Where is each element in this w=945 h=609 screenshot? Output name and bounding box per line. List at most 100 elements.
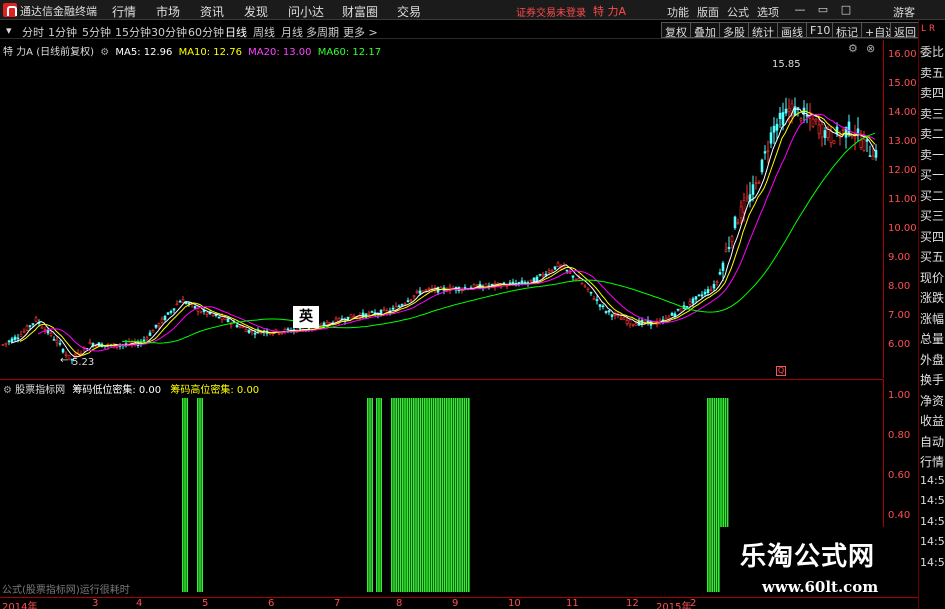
candle-body <box>730 236 734 243</box>
menu-shichang[interactable]: 市场 <box>156 3 180 20</box>
kline-chart-panel[interactable] <box>0 40 884 378</box>
chevron-down-icon[interactable]: ▾ <box>6 24 12 37</box>
indicator-bar <box>201 398 203 592</box>
period-15min[interactable]: 15分钟 <box>115 24 151 40</box>
side-item[interactable]: 现价 <box>920 269 945 286</box>
menu-gongshi[interactable]: 公式 <box>727 4 749 20</box>
close-panel-icon[interactable]: ⊗ <box>866 42 875 55</box>
side-item[interactable]: 涨幅 <box>920 310 945 327</box>
indicator-name[interactable]: 股票指标网 <box>15 385 65 396</box>
xtick: 5 <box>202 598 209 609</box>
side-item[interactable]: 买二 <box>920 187 945 204</box>
period-5min[interactable]: 5分钟 <box>82 24 111 40</box>
candle-body <box>427 288 431 290</box>
candle-body <box>298 327 302 330</box>
indicator-bar <box>419 398 422 592</box>
candle-body <box>769 132 773 144</box>
candle-body <box>781 112 785 126</box>
menu-faxian[interactable]: 发现 <box>244 3 268 20</box>
menu-zixun[interactable]: 资讯 <box>200 3 224 20</box>
login-status[interactable]: 证券交易未登录 <box>516 4 586 19</box>
side-panel-tabs[interactable]: L R <box>921 24 935 34</box>
side-item[interactable]: 14:5 <box>920 474 945 487</box>
side-item[interactable]: 卖二 <box>920 125 945 142</box>
period-weekly[interactable]: 周线 <box>253 24 275 40</box>
tool-fuquan[interactable]: 复权 <box>661 22 691 39</box>
event-marker[interactable]: Q <box>776 366 786 376</box>
period-fenshi[interactable]: 分时 <box>22 24 44 40</box>
high-price-label: 15.85 <box>772 59 801 70</box>
candle-body <box>742 200 746 213</box>
settings-icon[interactable]: ⚙ <box>848 42 858 55</box>
side-item[interactable]: 卖三 <box>920 105 945 122</box>
kline-chart[interactable] <box>0 40 884 378</box>
tool-tongji[interactable]: 统计 <box>748 22 778 39</box>
candle-body <box>550 270 554 272</box>
period-monthly[interactable]: 月线 <box>281 24 303 40</box>
maximize-icon[interactable]: □ <box>838 2 854 18</box>
menu-banmian[interactable]: 版面 <box>697 4 719 20</box>
candle-body <box>823 130 827 139</box>
indicator-bar <box>397 398 400 592</box>
period-1min[interactable]: 1分钟 <box>48 24 77 40</box>
side-item[interactable]: 卖一 <box>920 146 945 163</box>
side-item[interactable]: 卖四 <box>920 84 945 101</box>
tool-f10[interactable]: F10 <box>806 22 835 38</box>
minimize-icon[interactable]: — <box>792 2 808 18</box>
tool-duogu[interactable]: 多股 <box>719 22 749 39</box>
tool-diejia[interactable]: 叠加 <box>690 22 720 39</box>
side-item[interactable]: 净资 <box>920 392 945 409</box>
side-item[interactable]: 委比 <box>920 43 945 60</box>
tool-biaoji[interactable]: 标记 <box>832 22 862 39</box>
user-label[interactable]: 游客 <box>893 4 915 20</box>
gear-icon[interactable]: ⚙ <box>3 385 12 396</box>
side-item[interactable]: 自动 <box>920 433 945 450</box>
candle-body <box>625 320 629 324</box>
side-item[interactable]: 14:5 <box>920 515 945 528</box>
period-60min[interactable]: 60分钟 <box>188 24 224 40</box>
candle-body <box>541 273 545 277</box>
side-item[interactable]: 涨跌 <box>920 289 945 306</box>
side-item[interactable]: 外盘 <box>920 351 945 368</box>
menu-jiaoyi[interactable]: 交易 <box>397 3 421 20</box>
side-item[interactable]: 卖五 <box>920 64 945 81</box>
side-item[interactable]: 总量 <box>920 330 945 347</box>
candle-body <box>856 128 860 133</box>
xtick: 7 <box>334 598 341 609</box>
menu-caifuquan[interactable]: 财富圈 <box>342 3 378 20</box>
candle-body <box>580 282 584 285</box>
candle-body <box>22 330 26 333</box>
candle-body <box>253 332 257 335</box>
side-item[interactable]: 14:5 <box>920 556 945 569</box>
menu-hangqing[interactable]: 行情 <box>112 3 136 20</box>
side-item[interactable]: 14:5 <box>920 494 945 507</box>
restore-icon[interactable]: ▭ <box>815 2 831 18</box>
gear-icon[interactable]: ⚙ <box>100 47 109 58</box>
ma10-line <box>19 110 876 356</box>
indicator-bar <box>376 398 378 592</box>
indicator-bar <box>197 398 199 592</box>
period-more[interactable]: 更多 > <box>343 24 378 40</box>
candle-body <box>4 342 8 345</box>
side-item[interactable]: 买三 <box>920 207 945 224</box>
side-item[interactable]: 14:5 <box>920 535 945 548</box>
candle-body <box>757 182 761 184</box>
side-item[interactable]: 买四 <box>920 228 945 245</box>
period-daily[interactable]: 日线 <box>225 24 247 40</box>
menu-wenxiaoda[interactable]: 问小达 <box>288 3 324 20</box>
tool-fanhui[interactable]: 返回 <box>890 22 920 39</box>
side-item[interactable]: 买五 <box>920 248 945 265</box>
side-item[interactable]: 行情 <box>920 453 945 470</box>
menu-gongneng[interactable]: 功能 <box>667 4 689 20</box>
candle-body <box>871 155 875 160</box>
tool-huaxian[interactable]: 画线 <box>777 22 807 39</box>
side-item[interactable]: 换手 <box>920 371 945 388</box>
side-item[interactable]: 收益 <box>920 412 945 429</box>
period-30min[interactable]: 30分钟 <box>151 24 187 40</box>
candle-body <box>7 340 11 343</box>
menu-xuanxiang[interactable]: 选项 <box>757 4 779 20</box>
candle-body <box>178 300 182 303</box>
side-item[interactable]: 买一 <box>920 166 945 183</box>
candle-body <box>799 118 803 121</box>
period-multi[interactable]: 多周期 <box>306 24 339 40</box>
